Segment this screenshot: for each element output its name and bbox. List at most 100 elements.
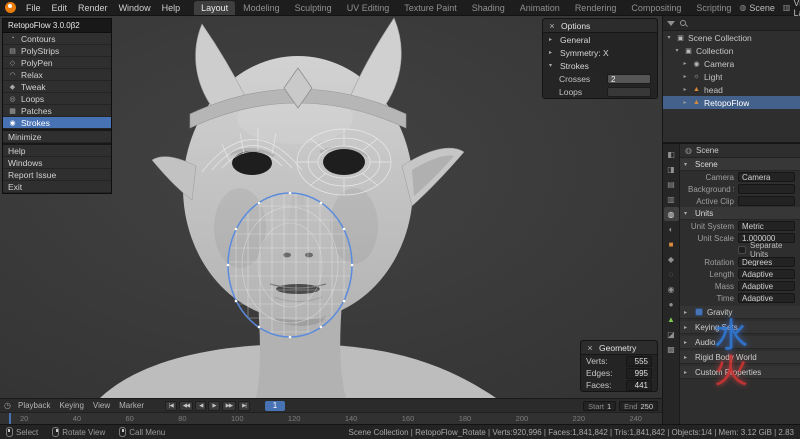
timeline-playhead[interactable] [9, 413, 11, 424]
gravity-section-header[interactable]: ▸ Gravity [680, 306, 800, 319]
scene-selector[interactable]: ◍ Scene [739, 3, 775, 13]
options-section-symmetry[interactable]: ▸ Symmetry: X [543, 46, 657, 59]
close-icon[interactable]: × [586, 343, 594, 353]
gravity-checkbox[interactable] [695, 308, 703, 316]
rf-tool-patches[interactable]: ▦Patches [3, 105, 111, 117]
expander-icon[interactable]: ▸ [681, 73, 689, 80]
background-scene-field[interactable] [738, 184, 795, 194]
tab-scripting[interactable]: Scripting [689, 1, 738, 15]
3d-viewport[interactable]: RetopoFlow 3.0.0β2 ◔Contours ▤PolyStrips… [0, 16, 662, 398]
next-keyframe-button[interactable]: ▶▶ [222, 401, 236, 411]
search-icon[interactable] [680, 20, 686, 26]
rf-tool-relax[interactable]: ◠Relax [3, 69, 111, 81]
tab-uv-editing[interactable]: UV Editing [340, 1, 397, 15]
jump-to-start-button[interactable]: |◀ [165, 401, 177, 411]
jump-to-end-button[interactable]: ▶| [238, 401, 250, 411]
options-section-general[interactable]: ▸ General [543, 33, 657, 46]
length-field[interactable]: Adaptive [738, 269, 795, 279]
crosses-value-field[interactable]: 2 [607, 74, 651, 84]
tab-compositing[interactable]: Compositing [624, 1, 688, 15]
frame-end-field[interactable]: End 250 [619, 401, 658, 411]
outliner-row-camera[interactable]: ▸ ◉ Camera [663, 57, 800, 70]
tab-rendering[interactable]: Rendering [568, 1, 624, 15]
tab-texture-paint[interactable]: Texture Paint [397, 1, 464, 15]
props-tab-world-icon[interactable]: ◐ [664, 222, 679, 236]
timeline-menu-marker[interactable]: Marker [117, 401, 146, 410]
tab-shading[interactable]: Shading [465, 1, 512, 15]
editor-type-icon[interactable]: ◷ [4, 401, 11, 410]
rf-tool-polystrips[interactable]: ▤PolyStrips [3, 45, 111, 57]
unit-system-field[interactable]: Metric [738, 221, 795, 231]
props-tab-view-layer-icon[interactable]: ▥ [664, 192, 679, 206]
props-tab-data-icon[interactable]: ▲ [664, 312, 679, 326]
rf-tool-strokes[interactable]: ◉Strokes [3, 117, 111, 129]
menu-window[interactable]: Window [114, 2, 156, 14]
tab-layout[interactable]: Layout [194, 1, 235, 15]
time-field[interactable]: Adaptive [738, 293, 795, 303]
blender-logo-icon[interactable] [5, 2, 16, 13]
rigid-body-world-section-header[interactable]: ▸ Rigid Body World [680, 351, 800, 364]
options-section-strokes[interactable]: ▾ Strokes [543, 59, 657, 72]
rf-tool-tweak[interactable]: ◆Tweak [3, 81, 111, 93]
expander-icon[interactable]: ▸ [681, 60, 689, 67]
props-tab-output-icon[interactable]: ▤ [664, 177, 679, 191]
menu-render[interactable]: Render [73, 2, 113, 14]
outliner-row-scene-collection[interactable]: ▾ ▣ Scene Collection [663, 31, 800, 44]
props-tab-particles-icon[interactable]: ◌ [664, 267, 679, 281]
rf-action-report-issue[interactable]: Report Issue [3, 169, 111, 181]
frame-start-field[interactable]: Start 1 [583, 401, 616, 411]
props-tab-object-icon[interactable]: ■ [664, 237, 679, 251]
menu-file[interactable]: File [21, 2, 46, 14]
tab-modeling[interactable]: Modeling [236, 1, 287, 15]
props-tab-physics-icon[interactable]: ◉ [664, 282, 679, 296]
expander-icon[interactable]: ▾ [665, 34, 673, 41]
menu-help[interactable]: Help [157, 2, 186, 14]
rf-tool-contours[interactable]: ◔Contours [3, 33, 111, 45]
play-button[interactable]: ▶ [208, 401, 219, 411]
rf-action-exit[interactable]: Exit [3, 181, 111, 193]
rf-action-windows[interactable]: Windows [3, 157, 111, 169]
keying-sets-section-header[interactable]: ▸ Keying Sets [680, 321, 800, 334]
menu-edit[interactable]: Edit [47, 2, 73, 14]
timeline-strip[interactable]: 20 40 60 80 100 120 140 160 180 200 220 … [0, 412, 662, 424]
loops-value-field[interactable] [607, 87, 651, 97]
custom-properties-section-header[interactable]: ▸ Custom Properties [680, 366, 800, 379]
timeline-menu-playback[interactable]: Playback [16, 401, 52, 410]
outliner-row-collection[interactable]: ▾ ▣ Collection [663, 44, 800, 57]
play-reverse-button[interactable]: ◀ [195, 401, 206, 411]
props-tab-constraints-icon[interactable]: ● [664, 297, 679, 311]
rf-tool-polypen[interactable]: ◇PolyPen [3, 57, 111, 69]
props-tab-tool-icon[interactable]: ◧ [664, 147, 679, 161]
props-tab-texture-icon[interactable]: ▩ [664, 342, 679, 356]
expander-icon[interactable]: ▸ [681, 86, 689, 93]
current-frame-field[interactable]: 1 [265, 401, 285, 411]
props-tab-render-icon[interactable]: ◨ [664, 162, 679, 176]
outliner-row-light[interactable]: ▸ ☼ Light [663, 70, 800, 83]
options-panel-header[interactable]: × Options [543, 19, 657, 33]
view-layer-selector[interactable]: ▥ View Layer [783, 0, 800, 18]
units-section-header[interactable]: ▾ Units [680, 207, 800, 220]
props-tab-scene-icon[interactable]: ◍ [664, 207, 679, 221]
audio-section-header[interactable]: ▸ Audio [680, 336, 800, 349]
geometry-panel-header[interactable]: × Geometry [581, 341, 657, 355]
rotation-field[interactable]: Degrees [738, 257, 795, 267]
expander-icon[interactable]: ▸ [681, 99, 689, 106]
scene-section-header[interactable]: ▾ Scene [680, 158, 800, 171]
close-icon[interactable]: × [548, 21, 556, 31]
rf-action-minimize[interactable]: Minimize [3, 131, 111, 143]
props-tab-material-icon[interactable]: ◪ [664, 327, 679, 341]
timeline-menu-keying[interactable]: Keying [57, 401, 85, 410]
active-clip-field[interactable] [738, 196, 795, 206]
outliner-row-retopoflow[interactable]: ▸ ▲ RetopoFlow [663, 96, 800, 109]
rf-tool-loops[interactable]: ◎Loops [3, 93, 111, 105]
tab-sculpting[interactable]: Sculpting [288, 1, 339, 15]
prev-keyframe-button[interactable]: ◀◀ [179, 401, 193, 411]
tab-animation[interactable]: Animation [513, 1, 567, 15]
separate-units-checkbox[interactable] [738, 246, 746, 254]
timeline-menu-view[interactable]: View [91, 401, 112, 410]
rf-action-help[interactable]: Help [3, 145, 111, 157]
outliner-row-head[interactable]: ▸ ▲ head [663, 83, 800, 96]
filter-icon[interactable] [667, 21, 675, 26]
expander-icon[interactable]: ▾ [673, 47, 681, 54]
props-tab-modifiers-icon[interactable]: ◆ [664, 252, 679, 266]
